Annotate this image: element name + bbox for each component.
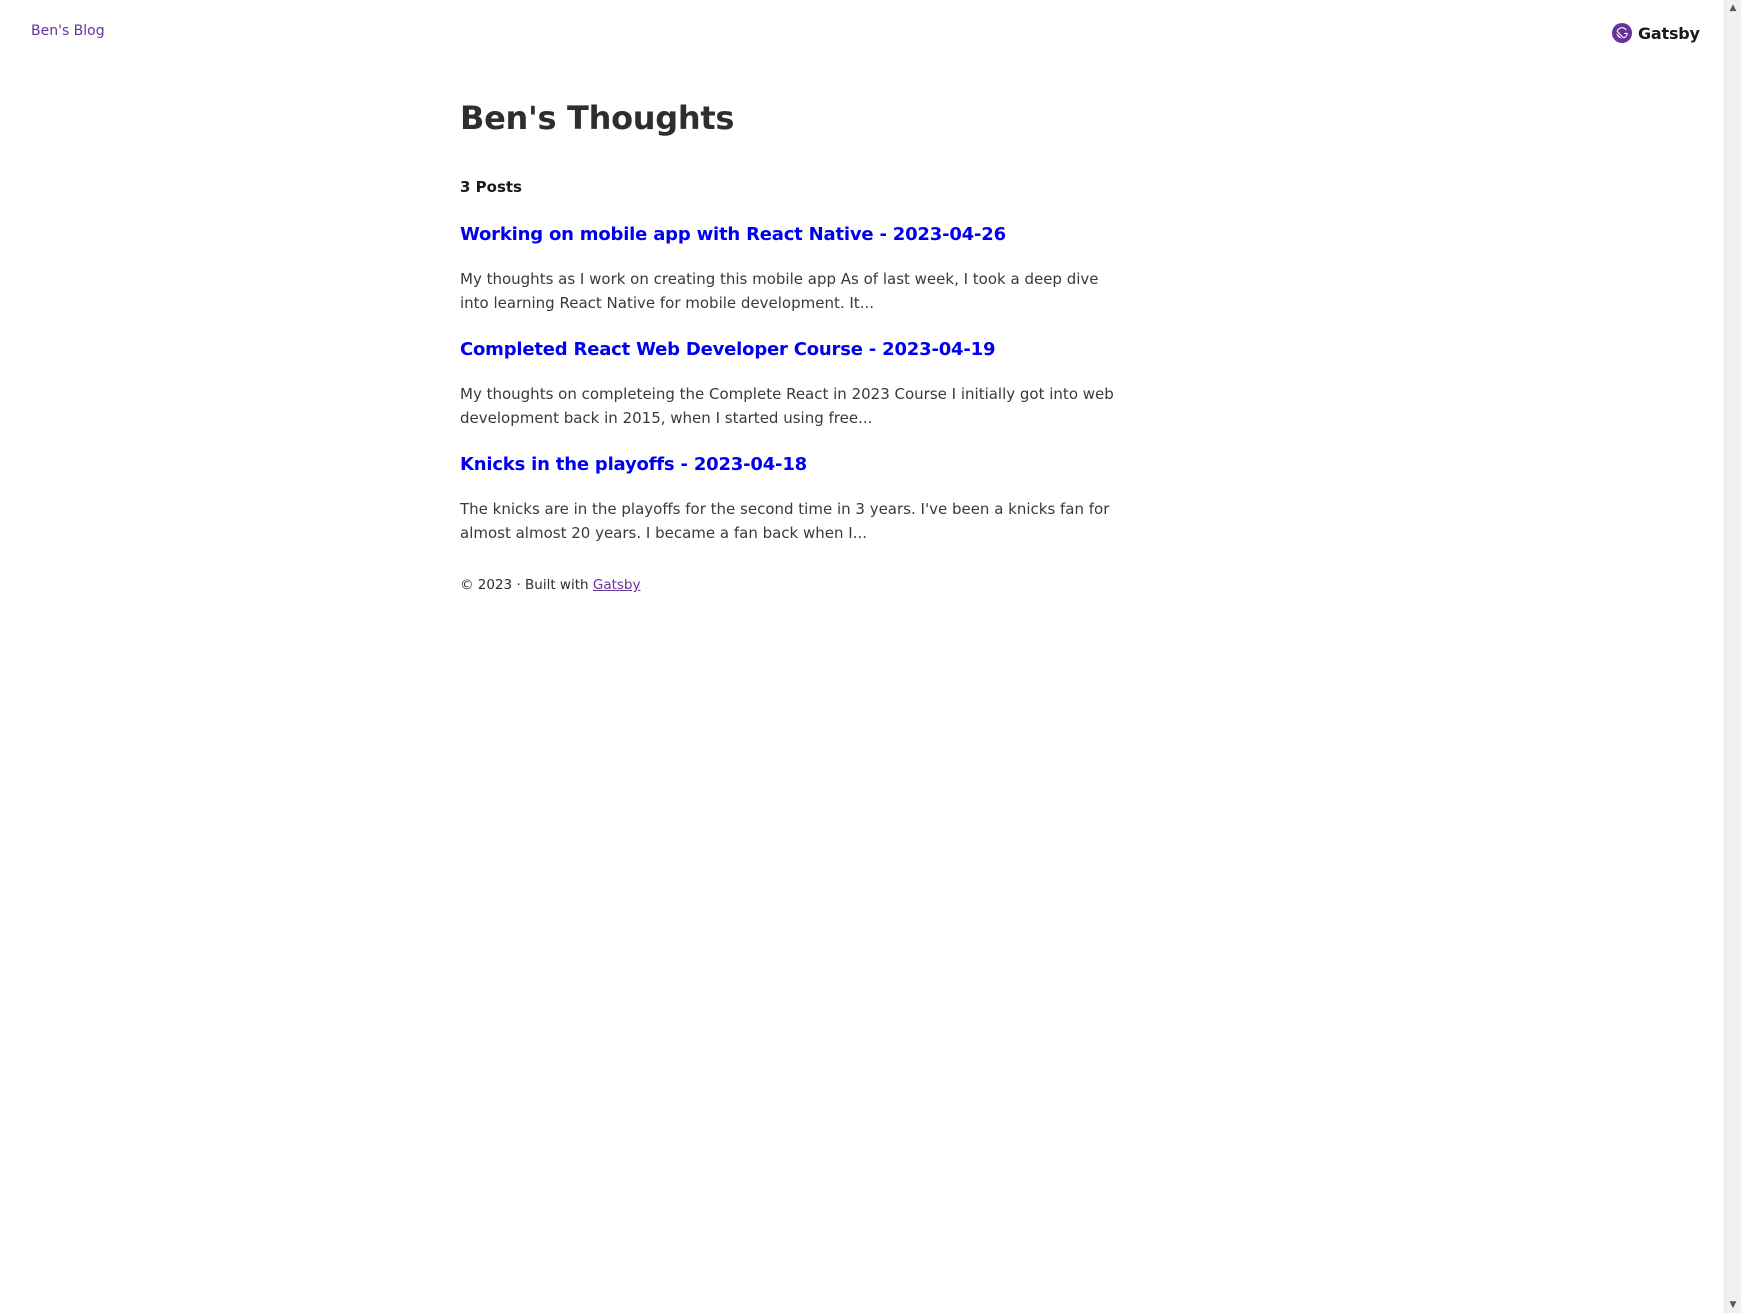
- post-excerpt: The knicks are in the playoffs for the s…: [460, 500, 1110, 542]
- scroll-up-arrow-icon[interactable]: ▲: [1725, 0, 1741, 16]
- post-excerpt: My thoughts on completeing the Complete …: [460, 385, 1114, 427]
- post-list: Working on mobile app with React Native …: [460, 221, 1120, 545]
- footer-text: © 2023 · Built with: [460, 577, 593, 593]
- vertical-scrollbar[interactable]: ▲ ▼: [1724, 0, 1741, 1313]
- post-title-link[interactable]: Working on mobile app with React Native …: [460, 221, 1120, 249]
- post-item: Completed React Web Developer Course - 2…: [460, 336, 1120, 430]
- page: Ben's Blog Gatsby Ben's Thoughts 3 Posts…: [0, 0, 1724, 1313]
- gatsby-brand-text: Gatsby: [1638, 23, 1700, 43]
- post-title-link[interactable]: Knicks in the playoffs - 2023-04-18: [460, 451, 1120, 479]
- page-title: Ben's Thoughts: [460, 99, 735, 137]
- post-item: Working on mobile app with React Native …: [460, 221, 1120, 315]
- scrollbar-track[interactable]: [1725, 16, 1741, 1297]
- main-content: Ben's Thoughts 3 Posts Working on mobile…: [460, 96, 1120, 595]
- gatsby-brand-link[interactable]: Gatsby: [1612, 22, 1700, 44]
- post-count: 3 Posts: [460, 178, 522, 196]
- scroll-down-arrow-icon[interactable]: ▼: [1725, 1297, 1741, 1313]
- site-title-link[interactable]: Ben's Blog: [31, 23, 105, 39]
- post-excerpt: My thoughts as I work on creating this m…: [460, 270, 1099, 312]
- site-footer: © 2023 · Built with Gatsby: [460, 575, 1120, 595]
- footer-gatsby-link[interactable]: Gatsby: [593, 577, 641, 593]
- post-title-link[interactable]: Completed React Web Developer Course - 2…: [460, 336, 1120, 364]
- gatsby-logo-icon: [1612, 23, 1632, 43]
- post-item: Knicks in the playoffs - 2023-04-18 The …: [460, 451, 1120, 545]
- site-header: Ben's Blog Gatsby: [0, 0, 1724, 66]
